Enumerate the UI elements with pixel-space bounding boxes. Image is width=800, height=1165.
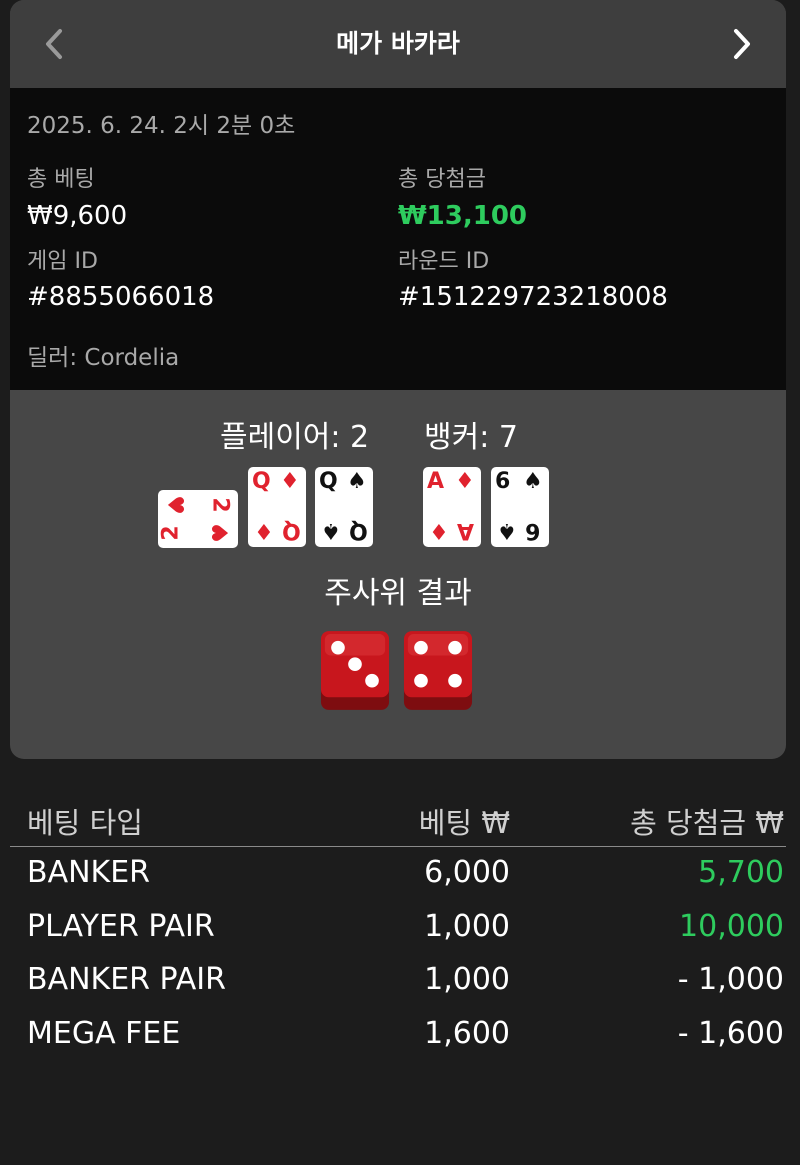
card-rank: A — [457, 518, 475, 543]
die-pip — [331, 640, 345, 655]
total-bet-label: 총 베팅 — [27, 167, 95, 192]
card-rank: 2 — [207, 497, 233, 513]
bet-amount-cell: 6,000 — [424, 855, 510, 890]
back-button[interactable] — [32, 22, 76, 66]
bet-amount-cell: 1,600 — [424, 1015, 510, 1051]
card-rank: Q — [282, 518, 301, 543]
die-pip — [448, 640, 462, 655]
page-title: 메가 바카라 — [336, 29, 460, 58]
total-win-label: 총 당첨금 — [398, 167, 486, 192]
round-id-label: 라운드 ID — [398, 249, 490, 274]
bet-type-cell: MEGA FEE — [27, 1015, 181, 1051]
chevron-right-icon — [734, 29, 750, 59]
top-bar: 메가 바카라 — [10, 0, 786, 88]
bet-detail-panel: 메가 바카라 2025. 6. 24. 2시 2분 0초 총 베팅 ₩9,600… — [10, 0, 786, 759]
card-rank: 2 — [158, 525, 184, 541]
card-suit: ♦ — [280, 469, 300, 494]
round-date: 2025. 6. 24. 2시 2분 0초 — [27, 113, 296, 139]
bet-type-cell: BANKER — [27, 855, 151, 890]
card-suit: ♦ — [455, 469, 475, 494]
dice-result-title: 주사위 결과 — [324, 576, 472, 611]
player-card-2: Q ♦ ♦ Q — [248, 467, 306, 547]
round-info: 2025. 6. 24. 2시 2분 0초 총 베팅 ₩9,600 총 당첨금 … — [10, 88, 786, 390]
die-pip — [414, 640, 428, 655]
chevron-left-icon — [46, 29, 62, 59]
game-id-value: #8855066018 — [27, 282, 215, 312]
die-2-icon — [403, 631, 473, 710]
card-suit: ♠ — [497, 518, 517, 543]
card-rank: Q — [252, 469, 271, 494]
header-bet-type: 베팅 타입 — [27, 806, 143, 840]
payout-cell: 10,000 — [679, 908, 784, 944]
bet-amount-cell: 1,000 — [424, 962, 510, 997]
card-suit: ♥ — [208, 523, 234, 543]
card-suit: ♥ — [161, 495, 187, 515]
payout-cell: 5,700 — [698, 855, 784, 890]
banker-score: 뱅커: 7 — [424, 420, 518, 455]
card-suit: ♠ — [523, 469, 543, 494]
game-id-label: 게임 ID — [27, 249, 98, 274]
player-score: 플레이어: 2 — [220, 420, 370, 455]
total-bet-value: ₩9,600 — [27, 201, 128, 231]
card-rank: 6 — [495, 469, 511, 494]
total-win-value: ₩13,100 — [398, 201, 528, 231]
header-payout: 총 당첨금 ₩ — [630, 806, 784, 840]
card-suit: ♦ — [254, 518, 274, 543]
card-suit: ♠ — [321, 518, 341, 543]
dealer-name: 딜러: Cordelia — [27, 345, 180, 371]
die-pip — [448, 673, 462, 688]
payout-cell: - 1,000 — [677, 962, 784, 997]
die-pip — [348, 657, 362, 671]
bet-amount-cell: 1,000 — [424, 908, 510, 944]
table-divider — [10, 846, 786, 847]
bet-type-cell: BANKER PAIR — [27, 962, 226, 997]
next-button[interactable] — [720, 22, 764, 66]
banker-card-1: A ♦ ♦ A — [423, 467, 481, 547]
round-id-value: #151229723218008 — [398, 282, 668, 312]
bet-type-cell: PLAYER PAIR — [27, 908, 215, 944]
card-suit: ♠ — [347, 469, 367, 494]
header-bet-amount: 베팅 ₩ — [418, 806, 510, 840]
player-card-1: 2 ♥ ♥ 2 — [158, 490, 238, 548]
card-rank: A — [427, 469, 445, 494]
die-pip — [365, 673, 379, 688]
payout-cell: - 1,600 — [677, 1015, 784, 1051]
banker-card-2: 6 ♠ ♠ 6 — [491, 467, 549, 547]
card-rank: Q — [349, 518, 368, 543]
card-suit: ♦ — [429, 518, 449, 543]
card-rank: 6 — [525, 518, 541, 543]
die-1-icon — [320, 631, 390, 710]
die-pip — [414, 673, 428, 688]
card-rank: Q — [319, 469, 338, 494]
player-card-3: Q ♠ ♠ Q — [315, 467, 373, 547]
